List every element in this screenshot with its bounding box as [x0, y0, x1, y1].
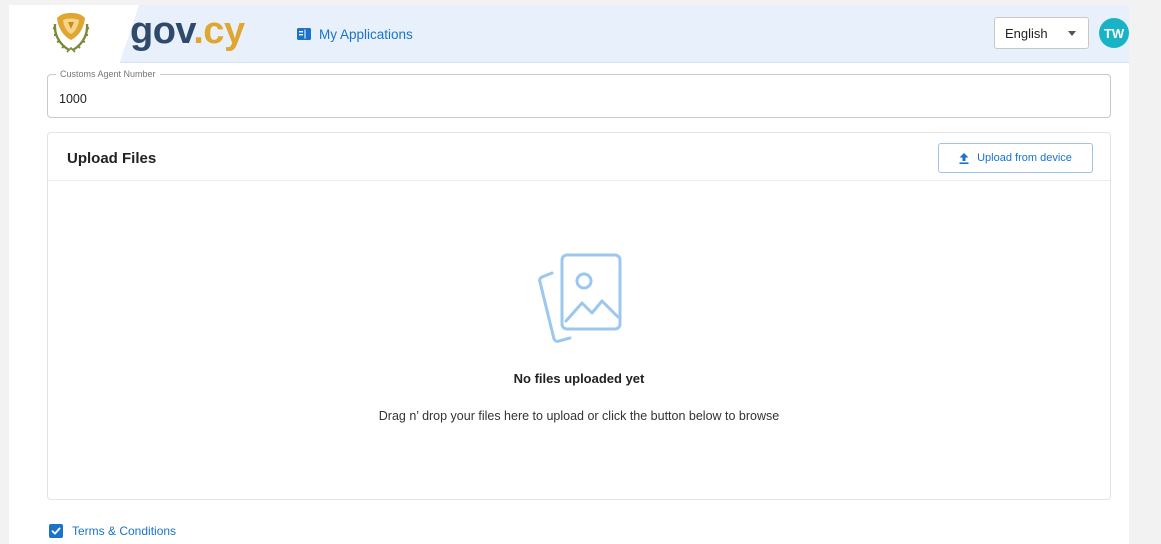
book-icon: [297, 28, 311, 40]
user-avatar[interactable]: TW: [1099, 18, 1129, 48]
empty-state-title: No files uploaded yet: [513, 371, 645, 386]
customs-agent-number-value: 1000: [59, 92, 87, 106]
app-header: gov.cy My Applications English TW: [9, 5, 1129, 63]
brand-cy: .cy: [193, 10, 245, 52]
upload-icon: [959, 152, 969, 164]
language-value: English: [1005, 25, 1048, 41]
cyprus-emblem-icon[interactable]: [51, 10, 91, 56]
customs-agent-number-field[interactable]: Customs Agent Number 1000: [47, 69, 1111, 118]
my-applications-link[interactable]: My Applications: [297, 23, 413, 45]
my-applications-label: My Applications: [319, 26, 413, 42]
upload-from-device-label: Upload from device: [977, 152, 1072, 164]
photos-placeholder-icon: [538, 253, 622, 343]
empty-state-description: Drag n’ drop your files here to upload o…: [378, 409, 780, 423]
brand-gov: gov: [130, 10, 194, 52]
upload-files-title: Upload Files: [67, 150, 157, 167]
customs-agent-number-label: Customs Agent Number: [56, 69, 160, 79]
upload-files-card: Upload Files Upload from device No files…: [47, 132, 1111, 500]
page: gov.cy My Applications English TW Custom…: [9, 5, 1129, 544]
terms-checkbox[interactable]: [49, 524, 63, 538]
chevron-down-icon: [1068, 31, 1076, 36]
brand-logo[interactable]: gov.cy: [130, 9, 245, 53]
language-select[interactable]: English: [994, 17, 1089, 49]
terms-label[interactable]: Terms & Conditions: [72, 524, 176, 538]
upload-from-device-button[interactable]: Upload from device: [938, 143, 1093, 173]
checkmark-icon: [51, 527, 61, 535]
upload-files-header: Upload Files Upload from device: [48, 133, 1110, 181]
terms-checkbox-row[interactable]: Terms & Conditions: [49, 523, 176, 539]
